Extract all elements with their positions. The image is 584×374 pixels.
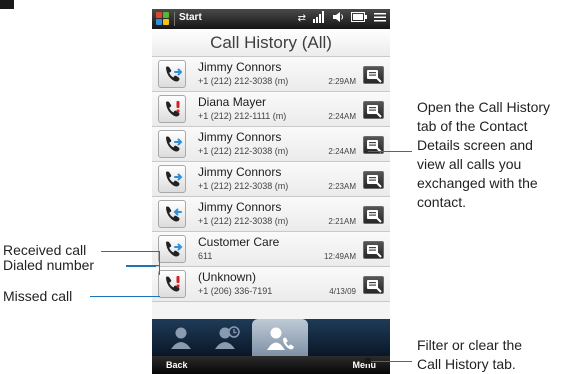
contact-details-button[interactable]: [363, 276, 384, 294]
tab-bar: [152, 319, 390, 356]
caller-name: Jimmy Connors: [198, 60, 282, 74]
caller-name: (Unknown): [198, 270, 257, 284]
call-type-button[interactable]: [158, 200, 186, 228]
contact-updates-icon: [215, 326, 240, 349]
caller-number: +1 (212) 212-1111 (m): [198, 111, 287, 121]
call-time: 2:24AM: [328, 112, 356, 121]
details-callout-line: Details screen and: [417, 137, 533, 153]
call-history-row[interactable]: Jimmy Connors +1 (212) 212-3038 (m) 2:21AM: [152, 197, 390, 232]
call-type-button[interactable]: [158, 130, 186, 158]
menu-leader: [371, 361, 412, 362]
tab-contact-updates[interactable]: [212, 323, 242, 353]
details-callout-line: contact.: [417, 194, 467, 210]
missed-call-leader: [90, 296, 160, 297]
softkey-bar: Back Menu: [152, 356, 390, 374]
caller-number: +1 (212) 212-3038 (m): [198, 146, 289, 156]
call-history-row[interactable]: Customer Care 611 12:49AM: [152, 232, 390, 267]
status-icons: ⇄: [297, 10, 386, 28]
menu-callout-line: Call History tab.: [417, 356, 516, 372]
call-history-row[interactable]: Jimmy Connors +1 (212) 212-3038 (m) 2:24AM: [152, 127, 390, 162]
call-time: 12:49AM: [323, 252, 356, 261]
details-callout-line: Open the Call History: [417, 99, 551, 115]
windows-logo-icon[interactable]: [156, 12, 170, 26]
contact-details-button[interactable]: [363, 171, 384, 189]
contact-details-button[interactable]: [363, 241, 384, 259]
details-leader: [368, 151, 412, 152]
call-history-row[interactable]: Jimmy Connors +1 (212) 212-3038 (m) 2:29AM: [152, 57, 390, 92]
caller-name: Jimmy Connors: [198, 165, 282, 179]
call-time: 2:23AM: [328, 182, 356, 191]
battery-icon[interactable]: [351, 11, 367, 27]
dialed-number-leader-vertical: [159, 251, 160, 275]
call-time: 2:24AM: [328, 147, 356, 156]
call-type-button[interactable]: [158, 60, 186, 88]
contact-details-button[interactable]: [363, 66, 384, 84]
caller-name: Jimmy Connors: [198, 130, 282, 144]
call-type-button[interactable]: [158, 165, 186, 193]
details-callout-line: exchanged with the: [417, 175, 538, 191]
caller-name: Customer Care: [198, 235, 280, 249]
back-softkey[interactable]: Back: [166, 360, 188, 370]
sync-arrows-icon: ⇄: [297, 13, 306, 24]
tab-contacts[interactable]: [166, 323, 196, 353]
status-bar: Start ⇄: [152, 9, 390, 29]
status-bar-divider: [174, 12, 175, 26]
call-history-row[interactable]: Jimmy Connors +1 (212) 212-3038 (m) 2:23AM: [152, 162, 390, 197]
received-call-leader: [101, 251, 160, 252]
caller-name: Jimmy Connors: [198, 200, 282, 214]
caller-number: +1 (212) 212-3038 (m): [198, 216, 289, 226]
call-time: 2:29AM: [328, 77, 356, 86]
dialed-number-leader-tip: [126, 266, 156, 267]
connectivity-icon[interactable]: [374, 11, 386, 28]
call-history-row[interactable]: Diana Mayer +1 (212) 212-1111 (m) 2:24AM: [152, 92, 390, 127]
call-time: 2:21AM: [328, 217, 356, 226]
menu-callout-line: Filter or clear the: [417, 337, 523, 353]
signal-icon[interactable]: [313, 10, 325, 28]
call-history-row[interactable]: (Unknown) +1 (206) 336-7191 4/13/09: [152, 267, 390, 302]
caller-name: Diana Mayer: [198, 95, 267, 109]
page-title: Call History (All): [210, 33, 332, 52]
start-label[interactable]: Start: [179, 12, 202, 23]
caller-number: +1 (206) 336-7191: [198, 286, 273, 296]
call-type-button[interactable]: [158, 235, 186, 263]
dialed-number-callout: Dialed number: [3, 257, 95, 273]
call-history-list: Jimmy Connors +1 (212) 212-3038 (m) 2:29AM…: [152, 57, 390, 302]
missed-call-callout: Missed call: [3, 288, 73, 304]
contacts-icon: [171, 327, 191, 349]
corner-tab-marker: [0, 0, 14, 9]
volume-icon[interactable]: [332, 11, 344, 28]
call-type-button[interactable]: [158, 95, 186, 123]
contact-details-button[interactable]: [363, 206, 384, 224]
phone-screen: Start ⇄ Call History (All) Jimmy Connors…: [152, 9, 390, 374]
caller-number: +1 (212) 212-3038 (m): [198, 181, 289, 191]
caller-number: 611: [198, 251, 213, 261]
caller-number: +1 (212) 212-3038 (m): [198, 76, 289, 86]
title-area: Call History (All): [152, 29, 390, 57]
details-callout-line: view all calls you: [417, 156, 522, 172]
contact-details-button[interactable]: [363, 101, 384, 119]
details-callout-line: tab of the Contact: [417, 118, 528, 134]
call-time: 4/13/09: [329, 287, 356, 296]
call-history-icon: [267, 327, 294, 350]
tab-call-history[interactable]: [252, 319, 308, 356]
call-type-button[interactable]: [158, 270, 186, 298]
